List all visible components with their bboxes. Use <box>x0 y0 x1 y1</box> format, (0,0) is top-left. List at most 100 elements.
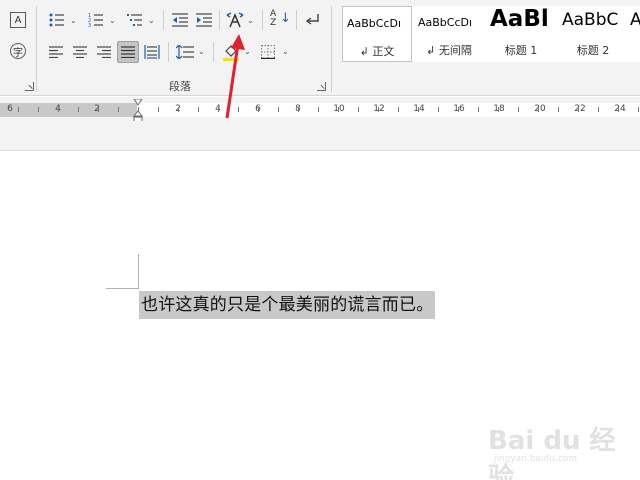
ruler-tick <box>538 107 539 112</box>
style-no-spacing[interactable]: AaBbCcDı ↲ 无间隔 <box>414 6 484 62</box>
ruler-number: 24 <box>614 104 626 114</box>
chinese-layout-dropdown-caret[interactable]: ⌄ <box>247 16 254 25</box>
style-heading-2[interactable]: AaBbC 标题 2 <box>558 6 628 62</box>
separator <box>163 10 164 30</box>
paragraph-dialog-launcher[interactable] <box>317 82 326 91</box>
increase-indent-icon <box>196 13 212 27</box>
sort-button[interactable]: A Z ↓ <box>268 9 291 31</box>
ruler-number: 20 <box>534 104 546 114</box>
align-right-icon <box>97 46 111 58</box>
align-right-button[interactable] <box>93 41 115 63</box>
align-left-button[interactable] <box>45 41 67 63</box>
bullets-icon <box>49 13 64 27</box>
paragraph-mark-icon <box>305 14 319 25</box>
ruler-tick <box>498 107 499 112</box>
ruler-tick <box>258 107 259 112</box>
group-separator <box>36 6 37 92</box>
ruler-tick <box>458 107 459 112</box>
ruler-number: 18 <box>493 104 505 114</box>
ruler-tick <box>578 107 579 112</box>
style-title[interactable]: A <box>630 6 640 62</box>
sort-icon: A Z ↓ <box>270 9 291 28</box>
line-spacing-button[interactable] <box>173 41 197 63</box>
enclose-character-button[interactable]: 字 <box>10 43 26 59</box>
annotation-arrow <box>225 34 245 119</box>
selected-paragraph[interactable]: 也许这真的只是个最美丽的谎言而已。 <box>139 291 436 319</box>
multilevel-list-button[interactable] <box>123 9 147 31</box>
style-normal[interactable]: AaBbCcDı ↲ 正文 <box>342 6 412 62</box>
ruler-tick <box>598 107 599 112</box>
style-heading-1[interactable]: AaBl 标题 1 <box>486 6 556 62</box>
ruler-tick <box>438 107 439 112</box>
chinese-layout-button[interactable] <box>224 8 246 32</box>
borders-icon <box>261 45 275 59</box>
chinese-layout-icon <box>226 12 244 28</box>
baidu-watermark: Bai du 经验 jingyan.baidu.com <box>488 426 616 480</box>
align-center-button[interactable] <box>69 41 91 63</box>
ruler-tick <box>378 107 379 112</box>
separator <box>168 42 169 62</box>
paragraph-group-label: 段落 <box>169 80 191 93</box>
show-paragraph-marks-button[interactable] <box>302 9 324 31</box>
group-separator <box>331 6 332 92</box>
borders-button[interactable] <box>256 41 280 63</box>
ruler-tick <box>618 107 619 112</box>
ruler-tick <box>358 107 359 112</box>
ruler-tick <box>58 107 59 112</box>
numbering-icon: 123 <box>88 13 103 27</box>
ruler-tick <box>98 107 99 112</box>
crop-mark <box>138 254 139 288</box>
ruler-tick <box>398 107 399 112</box>
ruler-number: 12 <box>373 104 385 114</box>
ruler-tick <box>298 107 299 112</box>
ruler-number: 22 <box>574 104 586 114</box>
ruler-tick <box>418 107 419 112</box>
justify-icon <box>121 46 135 58</box>
svg-text:3: 3 <box>88 23 91 27</box>
ruler-tick <box>558 107 559 112</box>
decrease-indent-icon <box>172 13 188 27</box>
text-box-button[interactable]: A <box>10 12 26 28</box>
ruler-tick <box>178 107 179 112</box>
distributed-align-button[interactable] <box>141 41 163 63</box>
ruler-tick <box>278 107 279 112</box>
ruler-number: 16 <box>453 104 465 114</box>
line-spacing-dropdown-caret[interactable]: ⌄ <box>198 47 205 56</box>
crop-mark <box>106 288 139 289</box>
ruler-number: 2 <box>94 104 100 114</box>
ruler-tick <box>38 107 39 112</box>
ruler-tick <box>318 107 319 112</box>
ruler-tick <box>518 107 519 112</box>
numbering-dropdown-caret[interactable]: ⌄ <box>109 16 116 25</box>
ruler-tick <box>18 107 19 112</box>
ruler-tick <box>638 107 639 112</box>
ruler-tick <box>338 107 339 112</box>
horizontal-ruler[interactable]: 6 4 2 2 4 6 8 10 12 14 16 18 20 22 24 <box>0 103 640 117</box>
ruler-tick <box>78 107 79 112</box>
numbering-button[interactable]: 123 <box>84 9 108 31</box>
separator <box>296 10 297 30</box>
increase-indent-button[interactable] <box>193 9 215 31</box>
bullets-dropdown-caret[interactable]: ⌄ <box>70 16 77 25</box>
separator <box>219 10 220 30</box>
ruler-number: 14 <box>413 104 425 114</box>
borders-dropdown-caret[interactable]: ⌄ <box>282 47 289 56</box>
multilevel-list-icon <box>127 14 142 26</box>
align-center-icon <box>73 46 87 58</box>
ruler-tick <box>478 107 479 112</box>
ruler-tick <box>198 107 199 112</box>
font-dialog-launcher[interactable] <box>25 82 34 91</box>
distributed-align-icon <box>144 45 160 59</box>
ruler-tick <box>118 107 119 112</box>
line-spacing-icon <box>176 45 194 59</box>
ribbon: A 字 ⌄ 123 ⌄ ⌄ ⌄ A Z ↓ ⌄ ⌄ ⌄ 段落 AaBbCcDı … <box>0 0 640 96</box>
separator <box>262 10 263 30</box>
decrease-indent-button[interactable] <box>169 9 191 31</box>
page-top-gap <box>0 121 640 151</box>
ruler-tick <box>158 107 159 112</box>
justify-button[interactable] <box>117 41 139 63</box>
ruler-number: 10 <box>333 104 345 114</box>
bullets-button[interactable] <box>45 9 69 31</box>
styles-gallery: AaBbCcDı ↲ 正文 AaBbCcDı ↲ 无间隔 AaBl 标题 1 A… <box>342 6 640 62</box>
multilevel-dropdown-caret[interactable]: ⌄ <box>148 16 155 25</box>
